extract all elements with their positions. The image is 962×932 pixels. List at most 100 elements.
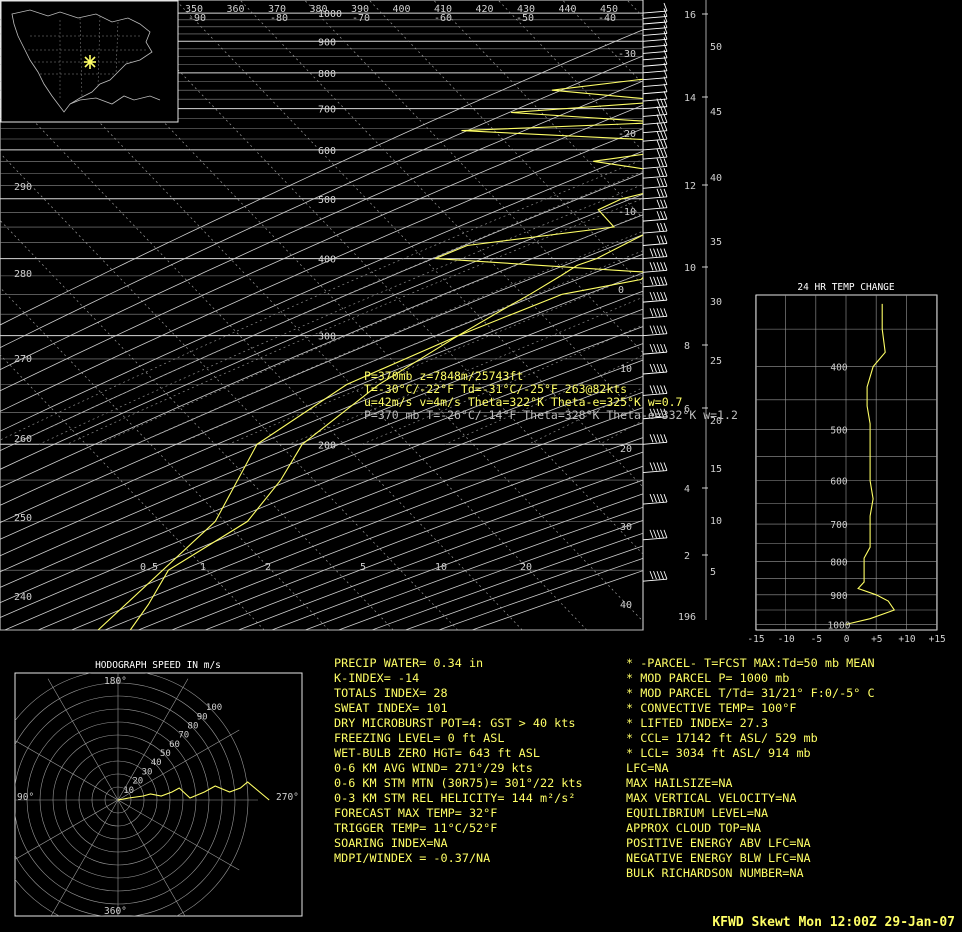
index-left-line: DRY MICROBURST POT=4: GST > 40 kts xyxy=(334,716,575,730)
barb-flag xyxy=(663,308,668,317)
wind-barb xyxy=(642,91,668,95)
index-right-line: * -PARCEL- T=FCST MAX:Td=50 mb MEAN xyxy=(626,656,875,670)
wind-barb xyxy=(642,70,668,74)
mixing-ratio-label: 5 xyxy=(360,562,366,573)
isotherm-line xyxy=(497,0,643,152)
barb-flag xyxy=(663,248,668,257)
indices-left: PRECIP WATER= 0.34 inK-INDEX= -14TOTALS … xyxy=(334,656,583,865)
wind-barb xyxy=(642,130,668,134)
index-right-line: MAX VERTICAL VELOCITY=NA xyxy=(626,791,796,805)
barb-flag xyxy=(656,325,661,334)
barb-flag xyxy=(660,122,664,131)
isotherm-side-label: 0 xyxy=(618,285,624,296)
hodograph-ring-label: 10 xyxy=(123,786,134,796)
barb-flag xyxy=(656,276,661,285)
barb-flag xyxy=(660,325,664,334)
barb-flag xyxy=(660,235,664,244)
barb-flag xyxy=(653,385,657,394)
barb-flag xyxy=(663,210,668,220)
index-right-line: EQUILIBRIUM LEVEL=NA xyxy=(626,806,768,820)
isotherm-side-label: 10 xyxy=(620,364,632,375)
wind-barb xyxy=(642,38,668,42)
hodograph-dir-label: 180° xyxy=(104,676,127,687)
barb-flag xyxy=(649,493,654,503)
barb-flag xyxy=(660,248,664,257)
wind-barb xyxy=(642,98,668,102)
barb-flag xyxy=(660,462,664,471)
wind-barb xyxy=(642,441,668,445)
isotherm-top-label: -80 xyxy=(270,13,288,24)
barb-flag xyxy=(660,570,664,580)
theta-left-label: 240 xyxy=(14,592,32,603)
barb-flag xyxy=(663,434,668,443)
barb-flag xyxy=(656,363,661,373)
barb-flag xyxy=(663,98,668,107)
wind-barb xyxy=(642,185,668,189)
index-left-line: FREEZING LEVEL= 0 ft ASL xyxy=(334,731,504,745)
temp-change-pressure-label: 700 xyxy=(830,520,847,531)
barb-flag xyxy=(653,276,657,285)
hodograph-ring-label: 100 xyxy=(206,703,222,713)
barb-flag xyxy=(656,122,661,131)
wind-barb xyxy=(642,351,668,355)
theta-top-label: 440 xyxy=(559,4,577,15)
index-right-line: * CONVECTIVE TEMP= 100°F xyxy=(626,701,796,715)
isotherm-line xyxy=(692,0,962,630)
wind-barb xyxy=(642,21,668,25)
kft-label: 40 xyxy=(710,173,722,184)
barb-flag xyxy=(660,385,664,394)
barb-flag xyxy=(649,385,654,394)
barb-flag xyxy=(653,343,657,353)
barb-flag xyxy=(656,262,661,271)
temp-change-x-label: -5 xyxy=(811,634,822,645)
barb-flag xyxy=(656,291,661,301)
isotherm-line xyxy=(626,0,643,18)
index-right-line: * CCL= 17142 ft ASL/ 529 mb xyxy=(626,731,818,745)
barb-flag xyxy=(649,276,654,285)
moist-adiabat xyxy=(177,250,643,445)
theta-left-label: 250 xyxy=(14,513,32,524)
barb-flag xyxy=(663,363,668,373)
barb-flag xyxy=(660,130,664,140)
barb-flag xyxy=(649,291,654,301)
barb-flag xyxy=(663,462,668,471)
barb-flag xyxy=(660,158,664,167)
barb-flag xyxy=(649,308,654,317)
hodograph-dir-label: 360° xyxy=(104,906,127,917)
barb-flag xyxy=(663,199,668,208)
barb-flag xyxy=(663,325,668,334)
readout-line-4: P=370 mb T=-26°C/-14°F Theta=328°K Theta… xyxy=(364,408,738,422)
barb-flag xyxy=(663,139,668,149)
mixing-ratio-label: 20 xyxy=(520,562,532,573)
pressure-label: 700 xyxy=(318,105,336,116)
hodograph-title: HODOGRAPH SPEED IN m/s xyxy=(95,660,221,671)
isotherm-line xyxy=(562,0,643,85)
barb-flag xyxy=(663,529,668,539)
temp-change-pressure-label: 600 xyxy=(830,477,847,488)
wind-barb xyxy=(642,32,668,36)
barb-flag xyxy=(653,325,657,334)
barb-flag xyxy=(660,178,664,187)
wind-barb xyxy=(642,44,668,48)
barb-flag xyxy=(656,130,661,140)
wind-barb xyxy=(642,284,668,288)
index-left-line: TRIGGER TEMP= 11°C/52°F xyxy=(334,821,497,835)
pressure-label: 600 xyxy=(318,146,336,157)
theta-left-label: 260 xyxy=(14,434,32,445)
moist-adiabat xyxy=(134,230,643,445)
isotherm-side-label: 40 xyxy=(620,600,632,611)
index-right-line: * MOD PARCEL T/Td= 31/21° F:0/-5° C xyxy=(626,686,875,700)
temp-change-x-label: -15 xyxy=(747,634,764,645)
index-left-line: 0-3 KM STM REL HELICITY= 144 m²/s² xyxy=(334,791,575,805)
pressure-label: 900 xyxy=(318,37,336,48)
kft-label: 50 xyxy=(710,42,722,53)
barb-flag xyxy=(660,276,664,285)
barb-flag xyxy=(649,262,654,271)
dewpoint-trace xyxy=(97,78,643,630)
barb-flag xyxy=(653,363,657,373)
barb-flag xyxy=(663,188,668,197)
index-right-line: POSITIVE ENERGY ABV LFC=NA xyxy=(626,836,811,850)
index-left-line: FORECAST MAX TEMP= 32°F xyxy=(334,806,497,820)
isotherm-line xyxy=(239,0,643,421)
wind-barb xyxy=(642,256,668,260)
